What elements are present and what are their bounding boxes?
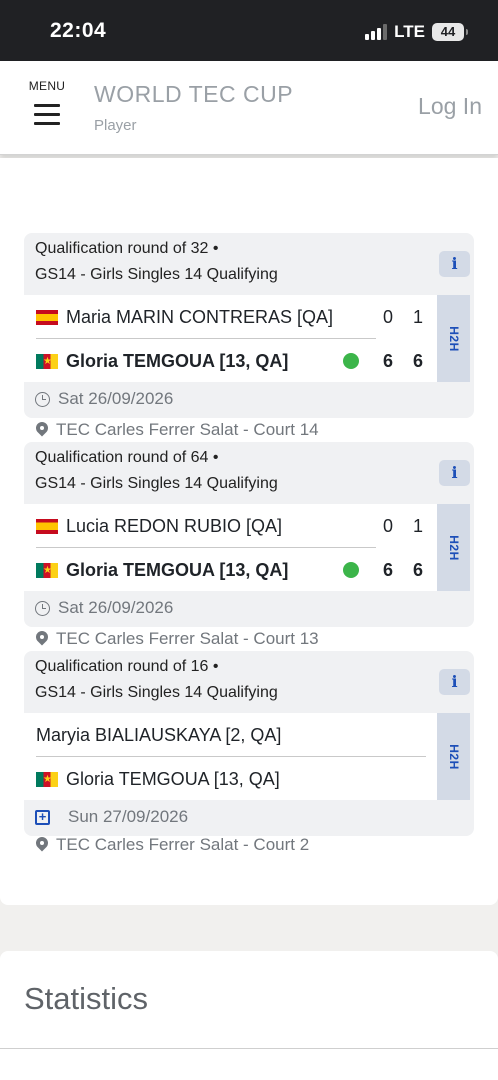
player-row: Gloria TEMGOUA [13, QA] 6 6 bbox=[36, 548, 437, 592]
match-round: Qualification round of 32 • bbox=[35, 240, 219, 257]
player-row: Lucia REDON RUBIO [QA] 0 1 bbox=[36, 504, 437, 548]
match-date: + Sun 27/09/2026 bbox=[35, 807, 188, 827]
info-button[interactable]: i bbox=[439, 251, 470, 277]
h2h-label: H2H bbox=[446, 325, 461, 352]
location-pin-icon bbox=[36, 631, 48, 647]
cameroon-flag-icon bbox=[36, 771, 58, 787]
match-venue-text: TEC Carles Ferrer Salat - Court 13 bbox=[56, 629, 319, 648]
statistics-card: Statistics bbox=[0, 951, 498, 1080]
h2h-button[interactable]: H2H bbox=[437, 504, 470, 591]
spain-flag-icon bbox=[36, 309, 58, 325]
match-event: GS14 - Girls Singles 14 Qualifying bbox=[35, 266, 278, 283]
h2h-button[interactable]: H2H bbox=[437, 713, 470, 800]
login-link[interactable]: Log In bbox=[418, 93, 482, 120]
status-bar: 22:04 LTE 44 bbox=[0, 0, 498, 61]
match-date-text: Sat 26/09/2026 bbox=[58, 389, 174, 408]
match-players: Maria MARIN CONTRERAS [QA] 0 1 Gloria TE… bbox=[24, 295, 437, 382]
cameroon-flag-icon bbox=[36, 562, 58, 578]
location-pin-icon bbox=[36, 837, 48, 853]
match-date: Sat 26/09/2026 bbox=[35, 389, 173, 409]
match-card[interactable]: Qualification round of 64 • GS14 - Girls… bbox=[24, 442, 474, 627]
match-card[interactable]: Qualification round of 16 • GS14 - Girls… bbox=[24, 651, 474, 836]
match-round: Qualification round of 16 • bbox=[35, 658, 219, 675]
player-row: Maria MARIN CONTRERAS [QA] 0 1 bbox=[36, 295, 437, 339]
status-time: 22:04 bbox=[50, 19, 107, 42]
h2h-label: H2H bbox=[446, 534, 461, 561]
match-card[interactable]: Qualification round of 32 • GS14 - Girls… bbox=[24, 233, 474, 418]
match-event: GS14 - Girls Singles 14 Qualifying bbox=[35, 475, 278, 492]
signal-icon bbox=[365, 24, 388, 40]
calendar-add-icon[interactable]: + bbox=[35, 809, 50, 825]
network-label: LTE bbox=[394, 22, 425, 41]
h2h-button[interactable]: H2H bbox=[437, 295, 470, 382]
status-indicators: LTE 44 bbox=[365, 22, 468, 42]
match-round: Qualification round of 64 • bbox=[35, 449, 219, 466]
match-players: Maryia BIALIAUSKAYA [2, QA] Gloria TEMGO… bbox=[24, 713, 437, 800]
cameroon-flag-icon bbox=[36, 353, 58, 369]
match-venue: TEC Carles Ferrer Salat - Court 13 bbox=[36, 629, 319, 649]
match-venue-text: TEC Carles Ferrer Salat - Court 14 bbox=[56, 420, 319, 439]
menu-label: MENU bbox=[28, 79, 66, 93]
menu-button[interactable]: MENU bbox=[24, 79, 70, 131]
clock-icon bbox=[35, 600, 50, 616]
hamburger-icon bbox=[34, 104, 60, 126]
brand-subtitle: Player bbox=[94, 117, 137, 134]
set-score: 6 bbox=[412, 350, 423, 371]
player-row: Gloria TEMGOUA [13, QA] 6 6 bbox=[36, 339, 437, 383]
h2h-label: H2H bbox=[446, 743, 461, 770]
clock-icon bbox=[35, 391, 50, 407]
brand-title[interactable]: WORLD TEC CUP bbox=[94, 81, 293, 108]
match-date: Sat 26/09/2026 bbox=[35, 598, 173, 618]
spain-flag-icon bbox=[36, 518, 58, 534]
player-name[interactable]: Maryia BIALIAUSKAYA [2, QA] bbox=[36, 725, 437, 746]
match-venue-text: TEC Carles Ferrer Salat - Court 2 bbox=[56, 835, 310, 854]
match-venue: TEC Carles Ferrer Salat - Court 14 bbox=[36, 420, 319, 440]
matches-panel: Qualification round of 32 • GS14 - Girls… bbox=[0, 158, 498, 905]
set-score: 1 bbox=[412, 515, 423, 536]
location-pin-icon bbox=[36, 422, 48, 438]
statistics-title: Statistics bbox=[24, 981, 149, 1016]
match-players: Lucia REDON RUBIO [QA] 0 1 Gloria TEMGOU… bbox=[24, 504, 437, 591]
winner-dot-icon bbox=[343, 562, 359, 578]
set-score: 6 bbox=[382, 559, 393, 580]
info-button[interactable]: i bbox=[439, 460, 470, 486]
app-header: MENU WORLD TEC CUP Player Log In bbox=[0, 61, 498, 155]
match-event: GS14 - Girls Singles 14 Qualifying bbox=[35, 684, 278, 701]
player-name[interactable]: Gloria TEMGOUA [13, QA] bbox=[66, 769, 437, 790]
set-score: 6 bbox=[412, 559, 423, 580]
set-score: 1 bbox=[412, 306, 423, 327]
player-row: Gloria TEMGOUA [13, QA] bbox=[36, 757, 437, 801]
winner-dot-icon bbox=[343, 353, 359, 369]
player-row: Maryia BIALIAUSKAYA [2, QA] bbox=[36, 713, 437, 757]
divider bbox=[0, 1048, 498, 1049]
set-score: 0 bbox=[382, 515, 393, 536]
set-score: 0 bbox=[382, 306, 393, 327]
match-date-text: Sun 27/09/2026 bbox=[68, 807, 189, 826]
battery-icon: 44 bbox=[432, 23, 468, 41]
match-venue: TEC Carles Ferrer Salat - Court 2 bbox=[36, 835, 309, 855]
info-button[interactable]: i bbox=[439, 669, 470, 695]
set-score: 6 bbox=[382, 350, 393, 371]
match-date-text: Sat 26/09/2026 bbox=[58, 598, 174, 617]
